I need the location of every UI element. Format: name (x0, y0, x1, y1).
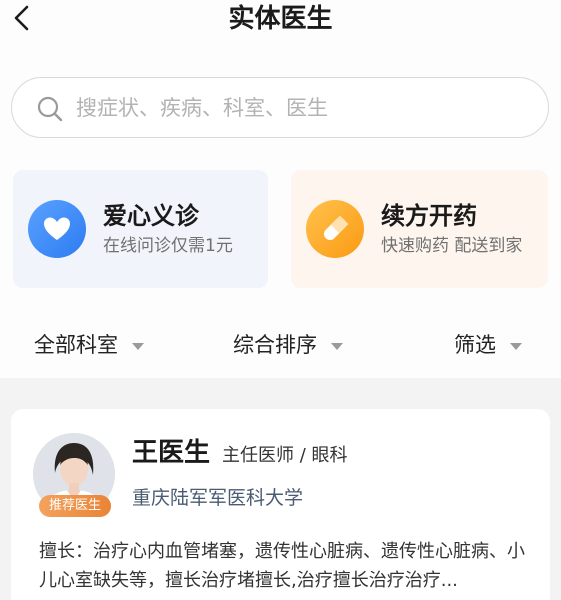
search-icon (37, 96, 63, 122)
search-input[interactable]: 搜症状、疾病、科室、医生 (11, 77, 549, 138)
pill-icon-badge (306, 200, 364, 258)
prescription-refill-card[interactable]: 续方开药 快速购药 配送到家 (291, 170, 548, 288)
filter-label: 全部科室 (34, 333, 118, 357)
filter-bar: 全部科室 综合排序 筛选 (0, 310, 561, 378)
doctor-name: 王医生 (132, 438, 211, 468)
caret-down-icon (510, 342, 522, 350)
search-placeholder: 搜症状、疾病、科室、医生 (76, 96, 328, 120)
doctor-specialty: 擅长：治疗心内血管堵塞，遗传性心脏病、遗传性心脏病、小儿心室缺失等，擅长治疗堵擅… (39, 541, 525, 591)
caret-down-icon (132, 342, 144, 350)
heart-icon-badge (28, 200, 86, 258)
doctor-hospital: 重庆陆军军医科大学 (132, 487, 304, 509)
filter-label: 综合排序 (233, 333, 317, 357)
caret-down-icon (331, 342, 343, 350)
top-section: 实体医生 搜症状、疾病、科室、医生 爱心义诊 在线问诊仅需1元 续方开药 快速购… (0, 0, 561, 378)
page-title: 实体医生 (228, 4, 333, 34)
sort-filter[interactable]: 综合排序 (233, 330, 343, 360)
pill-icon (324, 215, 349, 240)
doctor-list: 推荐医生 王医生 主任医师 / 眼科 重庆陆军军医科大学 擅长：治疗心内血管堵塞… (0, 378, 561, 600)
screen-filter[interactable]: 筛选 (454, 330, 522, 360)
charity-consultation-card[interactable]: 爱心义诊 在线问诊仅需1元 (13, 170, 268, 288)
doctor-title: 主任医师 / 眼科 (222, 445, 348, 466)
card-title: 续方开药 (381, 202, 477, 230)
card-title: 爱心义诊 (103, 202, 199, 230)
recommended-badge: 推荐医生 (39, 495, 111, 517)
heart-icon (44, 217, 70, 240)
card-subtitle: 在线问诊仅需1元 (103, 236, 233, 256)
doctor-card[interactable]: 推荐医生 王医生 主任医师 / 眼科 重庆陆军军医科大学 擅长：治疗心内血管堵塞… (11, 409, 550, 600)
card-subtitle: 快速购药 配送到家 (381, 236, 523, 256)
filter-label: 筛选 (454, 333, 496, 357)
department-filter[interactable]: 全部科室 (34, 330, 144, 360)
